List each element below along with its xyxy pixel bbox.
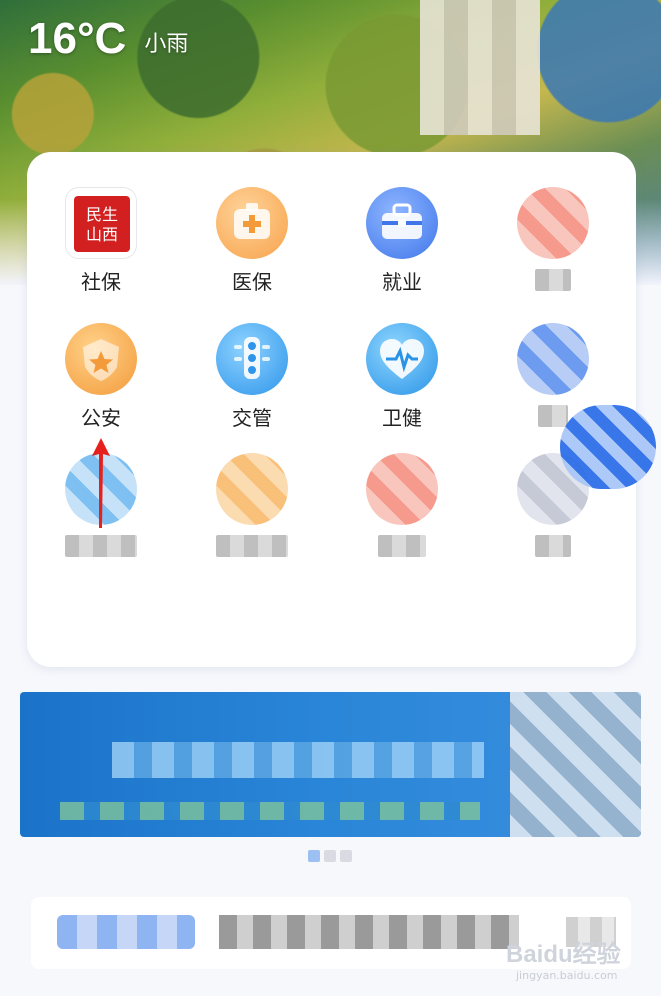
service-label: 交管 [232, 406, 272, 430]
service-jiuye[interactable]: 就业 [352, 187, 452, 295]
banner-subtitle-blurred [60, 802, 480, 820]
watermark-url: jingyan.baidu.com [516, 969, 618, 982]
temperature: 16°C [28, 14, 127, 63]
weather-condition: 小雨 [144, 32, 189, 57]
weather-widget[interactable]: 16°C 小雨 [28, 14, 188, 64]
blurred-orange-icon [216, 453, 288, 525]
seal-text-top: 民生 [86, 205, 118, 224]
notice-text-blurred [219, 915, 519, 949]
service-card: 民生 山西 社保 医保 就业 公安 交管 卫健 [27, 152, 636, 667]
pagination-dot-active [308, 850, 320, 862]
service-weijian[interactable]: 卫健 [352, 323, 452, 431]
banner-title-blurred [112, 742, 484, 778]
pagination-dot [340, 850, 352, 862]
annotation-arrow-icon [92, 438, 110, 528]
blurred-red-icon [366, 453, 438, 525]
floating-button[interactable] [560, 405, 656, 489]
service-jiaoguan[interactable]: 交管 [202, 323, 302, 431]
blurred-blue-icon [517, 323, 589, 395]
service-blurred-11[interactable] [352, 453, 452, 561]
blurred-red-icon [517, 187, 589, 259]
police-star-icon [65, 323, 137, 395]
service-label [535, 535, 571, 557]
pagination-dot [324, 850, 336, 862]
service-label [538, 405, 568, 427]
service-label: 社保 [81, 270, 121, 294]
seal-text-bottom: 山西 [86, 225, 118, 244]
service-label: 公安 [81, 406, 121, 430]
service-label [535, 269, 571, 291]
heart-pulse-icon [366, 323, 438, 395]
service-label: 卫健 [382, 406, 422, 430]
promo-banner[interactable] [20, 692, 641, 837]
service-label: 就业 [382, 270, 422, 294]
notice-tag-blurred [57, 915, 195, 949]
service-label [378, 535, 426, 557]
watermark-brand: Baidu经验 [506, 941, 621, 968]
service-gongan[interactable]: 公安 [51, 323, 151, 431]
banner-pagination [308, 850, 352, 862]
service-yibao[interactable]: 医保 [202, 187, 302, 295]
service-label [216, 535, 288, 557]
service-label [65, 535, 137, 557]
traffic-light-icon [216, 323, 288, 395]
service-blurred-4[interactable] [503, 187, 603, 295]
medical-kit-icon [216, 187, 288, 259]
service-label: 医保 [232, 270, 272, 294]
toolbox-icon [366, 187, 438, 259]
service-shebao[interactable]: 民生 山西 社保 [51, 187, 151, 295]
pagoda-image [420, 0, 540, 135]
shebao-seal-icon: 民生 山西 [65, 187, 137, 259]
service-blurred-10[interactable] [202, 453, 302, 561]
watermark: Baidu经验 jingyan.baidu.com [506, 934, 621, 982]
banner-people-image [510, 692, 641, 837]
